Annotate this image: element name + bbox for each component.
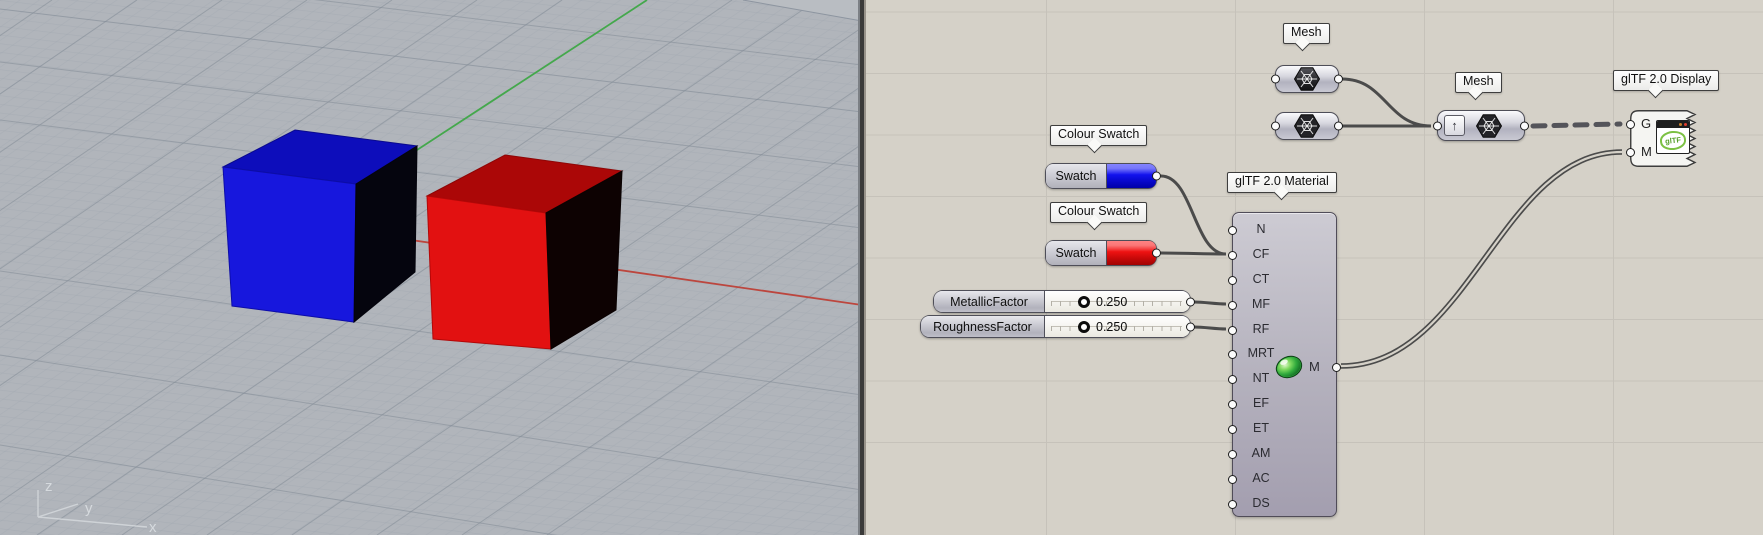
material-input-label-ac: AC <box>1239 471 1283 485</box>
material-port-et[interactable] <box>1228 425 1237 434</box>
material-port-am[interactable] <box>1228 450 1237 459</box>
blue-cube[interactable] <box>223 130 417 322</box>
tag-colour-swatch-top: Colour Swatch <box>1050 125 1147 146</box>
gizmo-y-label: y <box>85 500 93 517</box>
colour-swatch-node-blue[interactable]: Swatch <box>1045 163 1157 189</box>
material-port-ef[interactable] <box>1228 400 1237 409</box>
roughness-slider-track[interactable]: 0.250 <box>1045 316 1190 337</box>
upgrade-arrow-icon: ↑ <box>1444 115 1465 136</box>
material-gem-icon <box>1274 354 1304 380</box>
material-port-cf[interactable] <box>1228 251 1237 260</box>
display-port-m[interactable] <box>1626 148 1635 157</box>
metallic-factor-slider[interactable]: MetallicFactor 0.250 <box>933 290 1191 313</box>
swatch-blue-output-port[interactable] <box>1152 172 1161 181</box>
mesh-icon <box>1293 113 1321 139</box>
material-input-label-rf: RF <box>1239 322 1283 336</box>
gltf-display-icon: glTF <box>1656 120 1690 154</box>
blue-cube-front-face[interactable] <box>223 167 356 322</box>
material-input-label-cf: CF <box>1239 247 1283 261</box>
mesh-param-2-input-port[interactable] <box>1271 122 1280 131</box>
swatch-label: Swatch <box>1046 241 1107 265</box>
roughness-factor-slider[interactable]: RoughnessFactor 0.250 <box>920 315 1191 338</box>
display-input-label-m: M <box>1641 144 1652 159</box>
material-port-n[interactable] <box>1228 226 1237 235</box>
gltf-logo: glTF <box>1659 130 1687 152</box>
colour-swatch-node-red[interactable]: Swatch <box>1045 240 1157 266</box>
material-input-label-ef: EF <box>1239 396 1283 410</box>
gizmo-x-label: x <box>149 519 157 535</box>
material-input-label-am: AM <box>1239 446 1283 460</box>
slider-value: 0.250 <box>1096 320 1127 334</box>
icon-titlebar <box>1657 121 1689 128</box>
mesh-param-1-output-port[interactable] <box>1334 75 1343 84</box>
gizmo-z-label: z <box>45 478 53 495</box>
mesh-param-node-1[interactable] <box>1275 65 1339 93</box>
roughness-slider-knob[interactable] <box>1078 321 1090 333</box>
material-input-label-n: N <box>1239 222 1283 236</box>
roughness-slider-output-port[interactable] <box>1186 322 1195 331</box>
tag-mesh-param: Mesh <box>1283 23 1330 44</box>
material-input-label-mf: MF <box>1239 297 1283 311</box>
mesh-param-2-output-port[interactable] <box>1334 122 1343 131</box>
material-port-ds[interactable] <box>1228 500 1237 509</box>
display-port-g[interactable] <box>1626 120 1635 129</box>
display-input-label-g: G <box>1641 116 1651 131</box>
material-input-label-ct: CT <box>1239 272 1283 286</box>
material-output-label-m: M <box>1309 359 1320 374</box>
material-input-label-et: ET <box>1239 421 1283 435</box>
swatch-red-output-port[interactable] <box>1152 249 1161 258</box>
mesh-param-1-input-port[interactable] <box>1271 75 1280 84</box>
metallic-slider-knob[interactable] <box>1078 296 1090 308</box>
swatch-color-blue[interactable] <box>1107 164 1156 188</box>
red-cube-front-face[interactable] <box>427 196 551 349</box>
material-port-ct[interactable] <box>1228 276 1237 285</box>
material-port-ac[interactable] <box>1228 475 1237 484</box>
swatch-color-red[interactable] <box>1107 241 1156 265</box>
mesh-combine-output-port[interactable] <box>1520 121 1529 130</box>
gltf-material-node[interactable]: N CF CT MF RF MRT NT EF ET AM AC DS <box>1232 212 1337 517</box>
mesh-param-node-2[interactable] <box>1275 112 1339 140</box>
material-port-rf[interactable] <box>1228 326 1237 335</box>
material-output-port-m[interactable] <box>1332 363 1341 372</box>
material-input-label-ds: DS <box>1239 496 1283 510</box>
slider-label: MetallicFactor <box>934 291 1045 312</box>
material-port-nt[interactable] <box>1228 375 1237 384</box>
red-cube[interactable] <box>427 155 622 349</box>
tag-mesh-combine: Mesh <box>1455 72 1502 93</box>
rhino-viewport[interactable]: z y x <box>0 0 858 535</box>
mesh-combine-input-port[interactable] <box>1433 121 1442 130</box>
tag-gltf-display: glTF 2.0 Display <box>1613 70 1719 91</box>
metallic-slider-output-port[interactable] <box>1186 297 1195 306</box>
mesh-combine-node[interactable]: ↑ <box>1437 110 1525 141</box>
material-port-mrt[interactable] <box>1228 350 1237 359</box>
tag-gltf-material: glTF 2.0 Material <box>1227 172 1337 193</box>
tag-colour-swatch-bottom: Colour Swatch <box>1050 202 1147 223</box>
mesh-icon <box>1293 66 1321 92</box>
slider-value: 0.250 <box>1096 295 1127 309</box>
gltf-display-node[interactable]: G M glTF <box>1630 110 1702 167</box>
mesh-icon <box>1475 113 1503 139</box>
viewport-scene: z y x <box>0 0 862 535</box>
viewport-canvas-divider[interactable] <box>858 0 866 535</box>
swatch-label: Swatch <box>1046 164 1107 188</box>
material-port-mf[interactable] <box>1228 301 1237 310</box>
slider-label: RoughnessFactor <box>921 316 1045 337</box>
metallic-slider-track[interactable]: 0.250 <box>1045 291 1190 312</box>
app-window: z y x <box>0 0 1763 535</box>
